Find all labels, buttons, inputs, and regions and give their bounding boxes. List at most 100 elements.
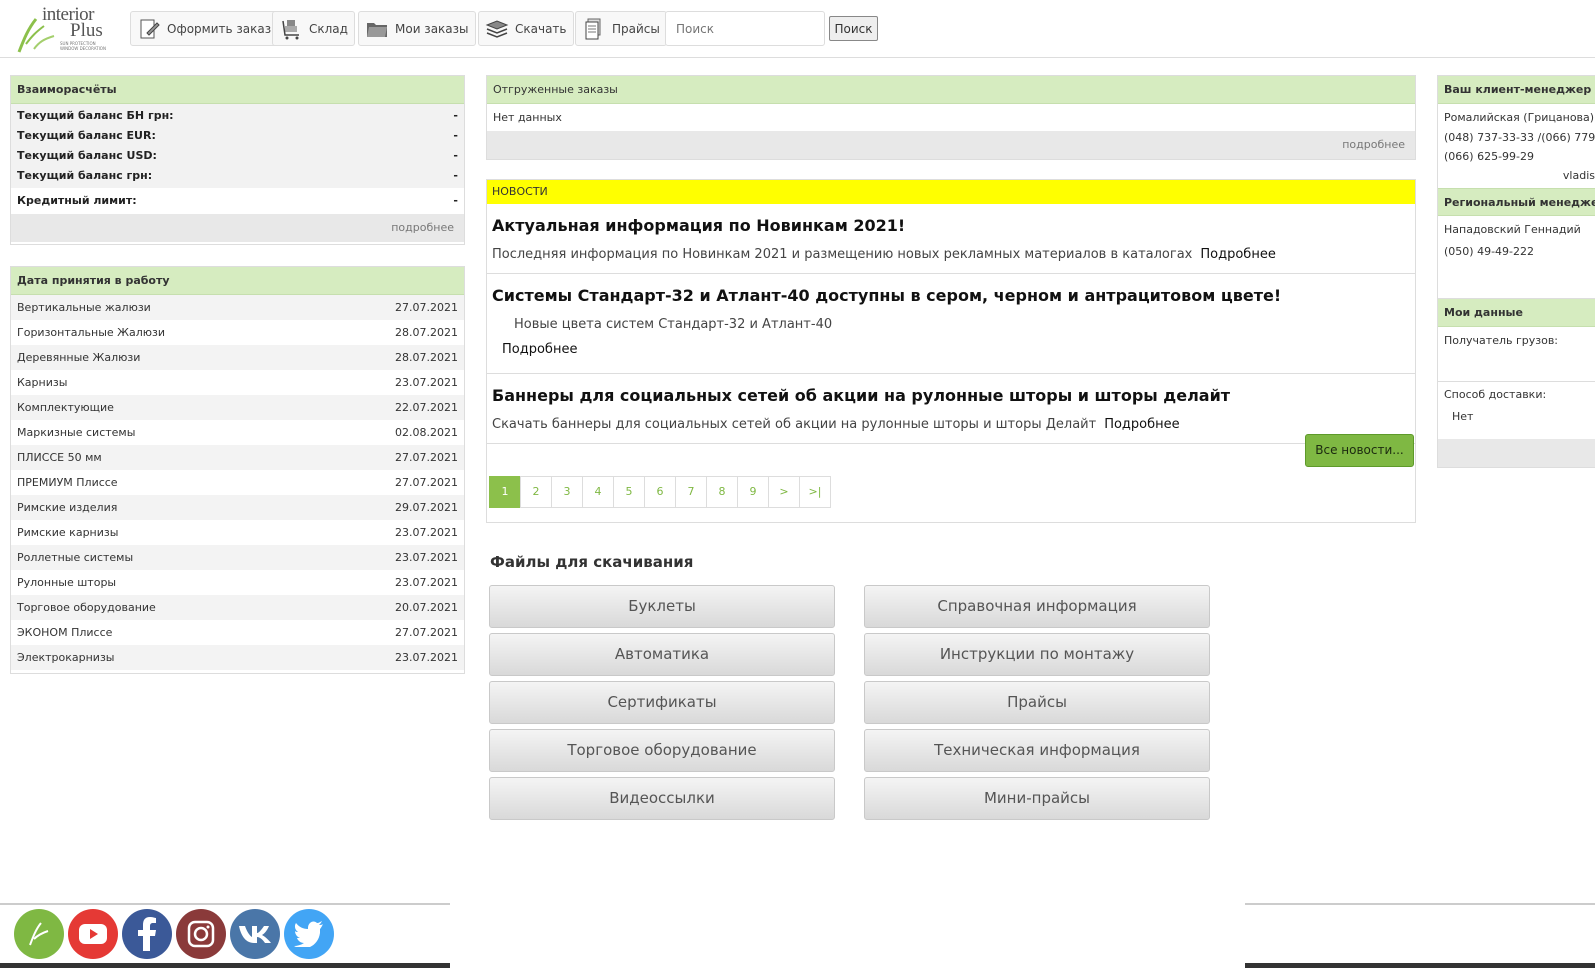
file-automation-button[interactable]: Автоматика xyxy=(489,633,835,676)
facebook-icon[interactable] xyxy=(122,909,172,959)
balance-row: Текущий баланс EUR: - xyxy=(11,126,464,146)
accept-date: 23.07.2021 xyxy=(395,526,458,539)
file-trade-equipment-button[interactable]: Торговое оборудование xyxy=(489,729,835,772)
product-name: Деревянные Жалюзи xyxy=(17,351,141,364)
file-certificates-button[interactable]: Сертификаты xyxy=(489,681,835,724)
product-name: Роллетные системы xyxy=(17,551,134,564)
product-name: ПЛИССЕ 50 мм xyxy=(17,451,102,464)
news-item-title[interactable]: Актуальная информация по Новинкам 2021! xyxy=(492,216,1410,235)
list-item: Римские изделия 29.07.2021 xyxy=(11,495,464,520)
news-more-link[interactable]: Подробнее xyxy=(1104,417,1179,432)
credit-limit-label: Кредитный лимит: xyxy=(17,194,137,207)
accept-dates-panel: Дата принятия в работу Вертикальные жалю… xyxy=(10,266,465,674)
interior-plus-logo-icon[interactable] xyxy=(14,909,64,959)
page-button[interactable]: 4 xyxy=(582,476,614,508)
delivery-value: Нет xyxy=(1452,410,1474,423)
credit-limit-row: Кредитный лимит: - xyxy=(11,188,464,214)
product-name: Карнизы xyxy=(17,376,68,389)
client-manager-skype[interactable]: vladis xyxy=(1438,169,1595,182)
news-item-text: Последняя информация по Новинкам 2021 и … xyxy=(492,247,1193,262)
accept-date: 20.07.2021 xyxy=(395,601,458,614)
list-item: Электрокарнизы 23.07.2021 xyxy=(11,645,464,670)
accept-date: 28.07.2021 xyxy=(395,351,458,364)
regional-manager-phone: (050) 49-49-222 xyxy=(1444,245,1535,258)
site-logo[interactable]: interior Plus SUN PROTECTION WINDOW DECO… xyxy=(14,4,114,54)
client-manager-title: Ваш клиент-менеджер xyxy=(1438,76,1595,104)
next-page-button[interactable]: > xyxy=(768,476,800,508)
page-button[interactable]: 2 xyxy=(520,476,552,508)
nav-prices-button[interactable]: Прайсы xyxy=(575,11,667,46)
logo-word-plus: Plus xyxy=(70,20,103,41)
balance-value: - xyxy=(453,129,458,142)
accept-date: 27.07.2021 xyxy=(395,626,458,639)
accept-date: 23.07.2021 xyxy=(395,551,458,564)
product-name: Римские карнизы xyxy=(17,526,119,539)
list-item: Маркизные системы 02.08.2021 xyxy=(11,420,464,445)
vk-icon[interactable] xyxy=(230,909,280,959)
news-pagination: 1 2 3 4 5 6 7 8 9 > >| xyxy=(489,476,831,508)
search-input[interactable] xyxy=(665,11,825,46)
file-reference-info-button[interactable]: Справочная информация xyxy=(864,585,1210,628)
list-item: ПРЕМИУМ Плиссе 27.07.2021 xyxy=(11,470,464,495)
all-news-button[interactable]: Все новости... xyxy=(1305,434,1414,467)
file-booklets-button[interactable]: Буклеты xyxy=(489,585,835,628)
news-item-title[interactable]: Системы Стандарт-32 и Атлант-40 доступны… xyxy=(492,286,1410,305)
nav-download-button[interactable]: Скачать xyxy=(478,11,574,46)
news-more-link[interactable]: Подробнее xyxy=(1200,247,1275,262)
accept-dates-list: Вертикальные жалюзи 27.07.2021 Горизонтал… xyxy=(11,295,464,670)
list-item: Рулонные шторы 23.07.2021 xyxy=(11,570,464,595)
recipient-label: Получатель грузов: xyxy=(1438,334,1595,382)
product-name: Маркизные системы xyxy=(17,426,136,439)
file-mini-prices-button[interactable]: Мини-прайсы xyxy=(864,777,1210,820)
nav-prices-label: Прайсы xyxy=(612,21,660,36)
twitter-icon[interactable] xyxy=(284,909,334,959)
regional-manager-name: Нападовский Геннадий xyxy=(1444,223,1581,236)
page-button[interactable]: 8 xyxy=(706,476,738,508)
youtube-icon[interactable] xyxy=(68,909,118,959)
list-item: Торговое оборудование 20.07.2021 xyxy=(11,595,464,620)
file-prices-button[interactable]: Прайсы xyxy=(864,681,1210,724)
shipped-orders-title: Отгруженные заказы xyxy=(487,76,1415,104)
balance-more-link[interactable]: подробнее xyxy=(11,214,464,242)
credit-limit-value: - xyxy=(453,194,458,207)
stack-download-icon xyxy=(485,19,509,38)
accept-date: 29.07.2021 xyxy=(395,501,458,514)
file-installation-button[interactable]: Инструкции по монтажу xyxy=(864,633,1210,676)
shipped-more-link[interactable]: подробнее xyxy=(487,131,1415,159)
product-name: Электрокарнизы xyxy=(17,651,115,664)
delivery-label: Способ доставки: xyxy=(1444,388,1547,401)
product-name: Комплектующие xyxy=(17,401,114,414)
file-video-links-button[interactable]: Видеоссылки xyxy=(489,777,835,820)
nav-my-orders-button[interactable]: Мои заказы xyxy=(358,11,476,46)
file-technical-info-button[interactable]: Техническая информация xyxy=(864,729,1210,772)
news-more-link[interactable]: Подробнее xyxy=(502,342,1410,357)
accept-date: 23.07.2021 xyxy=(395,576,458,589)
page-button[interactable]: 5 xyxy=(613,476,645,508)
footer-divider-left xyxy=(0,903,450,905)
news-item-text: Новые цвета систем Стандарт-32 и Атлант-… xyxy=(514,317,833,332)
nav-my-orders-label: Мои заказы xyxy=(395,21,469,36)
page-button[interactable]: 9 xyxy=(737,476,769,508)
nav-warehouse-button[interactable]: Склад xyxy=(272,11,355,46)
client-manager-phone: (048) 737-33-33 /(066) 779 xyxy=(1444,131,1595,144)
balance-value: - xyxy=(453,169,458,182)
page-button[interactable]: 7 xyxy=(675,476,707,508)
instagram-icon[interactable] xyxy=(176,909,226,959)
nav-download-label: Скачать xyxy=(515,21,567,36)
last-page-button[interactable]: >| xyxy=(799,476,831,508)
page-button[interactable]: 1 xyxy=(489,476,521,508)
nav-make-order-button[interactable]: Оформить заказ xyxy=(130,11,279,46)
balance-label: Текущий баланс грн: xyxy=(17,169,153,182)
news-item-title[interactable]: Баннеры для социальных сетей об акции на… xyxy=(492,386,1410,405)
balance-row: Текущий баланс грн: - xyxy=(11,166,464,186)
page-button[interactable]: 6 xyxy=(644,476,676,508)
nav-warehouse-label: Склад xyxy=(309,21,348,36)
product-name: Римские изделия xyxy=(17,501,118,514)
footer-bar-right xyxy=(1245,963,1595,968)
product-name: Горизонтальные Жалюзи xyxy=(17,326,166,339)
list-item: Карнизы 23.07.2021 xyxy=(11,370,464,395)
my-data-footer xyxy=(1438,439,1595,467)
page-button[interactable]: 3 xyxy=(551,476,583,508)
search-button[interactable]: Поиск xyxy=(829,16,878,41)
balance-row: Текущий баланс USD: - xyxy=(11,146,464,166)
